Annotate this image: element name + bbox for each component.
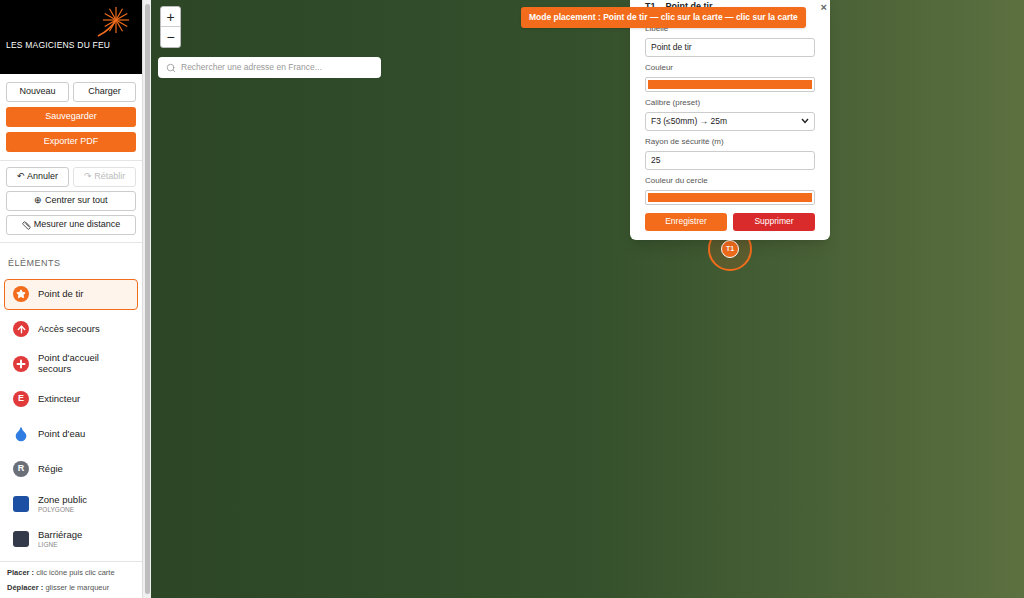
popup-field: Calibre (preset) F3 (≤50mm) → 25m: [645, 97, 815, 131]
popup-field: Rayon de sécurité (m) 25: [645, 136, 815, 170]
logo-text: LES MAGICIENS DU FEU: [6, 39, 110, 52]
element-label: Point d'accueil secours: [38, 353, 129, 375]
popup-button[interactable]: Supprimer: [733, 213, 815, 231]
sidebar: LES MAGICIENS DU FEU NouveauCharger Sauveg…: [0, 0, 143, 598]
letter-badge-icon: E: [13, 391, 29, 407]
chevron-icon: [801, 118, 809, 124]
view-actions: ↶ Annuler↷ Rétablir ⊕ Centrer sur tout Mes…: [0, 161, 142, 243]
arrow-up-icon: [16, 324, 27, 335]
element-sublabel: POLYGONE: [38, 506, 87, 513]
cross-badge-icon: [13, 356, 29, 372]
file-actions: NouveauCharger Sauvegarder Exporter PDF: [0, 74, 142, 161]
element-item[interactable]: E Extincteur: [4, 384, 138, 415]
popup-field: Couleur du cercle: [645, 175, 815, 205]
search-icon: [166, 63, 176, 73]
placement-banner: Mode placement : Point de tir — clic sur…: [521, 7, 806, 28]
element-item[interactable]: R Régie: [4, 454, 138, 485]
history-button[interactable]: ↷ Rétablir: [73, 167, 136, 187]
element-sublabel: LIGNE: [38, 541, 82, 548]
history-row: ↶ Annuler↷ Rétablir: [6, 167, 136, 187]
letter-badge-icon: R: [13, 461, 29, 477]
spark-icon: [96, 6, 132, 38]
help-line: Placer : clic icône puis clic carte: [7, 567, 135, 578]
arrow-badge-icon: [13, 321, 29, 337]
droplet-icon: [13, 426, 29, 442]
scrollbar[interactable]: [143, 0, 151, 598]
export-button[interactable]: Exporter PDF: [6, 132, 136, 152]
file-row: NouveauCharger: [6, 82, 136, 102]
field-label: Calibre (preset): [645, 97, 815, 109]
element-label: Point d'eau: [38, 429, 85, 440]
star-icon: [16, 289, 26, 299]
field-label: Couleur: [645, 62, 815, 74]
star-badge-icon: [13, 286, 29, 302]
help: Placer : clic icône puis clic carte Dépla…: [0, 561, 142, 598]
zoom-in-button[interactable]: +: [161, 7, 180, 27]
element-item[interactable]: BarriérageLIGNE: [4, 524, 138, 555]
element-label: Extincteur: [38, 394, 80, 405]
element-label: Barriérage: [38, 530, 82, 541]
swatch-icon: [13, 531, 29, 547]
measure-button[interactable]: Mesurer une distance: [6, 215, 136, 235]
text-input[interactable]: 25: [645, 151, 815, 170]
zoom-out-button[interactable]: −: [161, 27, 180, 47]
popup: T1Point de tir×LibelléPoint de tirCouleu…: [630, 0, 830, 240]
element-item[interactable]: Accès secours: [4, 314, 138, 345]
field-label: Rayon de sécurité (m): [645, 136, 815, 148]
element-item[interactable]: Point d'accueil secours: [4, 349, 138, 380]
element-item[interactable]: Point de tir: [4, 279, 138, 310]
popup-fields: LibelléPoint de tirCouleurCalibre (prese…: [645, 23, 815, 205]
element-label: Zone public: [38, 495, 87, 506]
ruler-icon: [22, 221, 31, 230]
search-field[interactable]: Rechercher une adresse en France...: [158, 57, 381, 78]
swatch-icon: [13, 496, 29, 512]
select-input[interactable]: F3 (≤50mm) → 25m: [645, 112, 815, 131]
popup-button[interactable]: Enregistrer: [645, 213, 727, 231]
app: LES MAGICIENS DU FEU NouveauCharger Sauveg…: [0, 0, 1024, 598]
text-input[interactable]: Point de tir: [645, 38, 815, 57]
popup-buttons: Enregistrer Supprimer: [645, 213, 815, 231]
elements-list: Point de tir Accès secours Point d'accueil…: [0, 279, 142, 555]
element-label: Accès secours: [38, 324, 100, 335]
close-button[interactable]: ×: [821, 0, 827, 16]
logo: LES MAGICIENS DU FEU: [0, 0, 142, 74]
element-item[interactable]: Point d'eau: [4, 419, 138, 450]
color-input[interactable]: [645, 190, 815, 205]
map[interactable]: +−Rechercher une adresse en France...T1T…: [151, 0, 1024, 598]
element-item[interactable]: Zone publicPOLYGONE: [4, 489, 138, 520]
zoom-control: +−: [160, 6, 181, 48]
history-button[interactable]: ↶ Annuler: [6, 167, 69, 187]
save-button[interactable]: Sauvegarder: [6, 107, 136, 127]
element-label: Régie: [38, 464, 63, 475]
water-icon: [13, 426, 29, 442]
element-label: Point de tir: [38, 289, 83, 300]
file-button[interactable]: Nouveau: [6, 82, 69, 102]
scrollbar-thumb[interactable]: [145, 4, 150, 594]
field-label: Couleur du cercle: [645, 175, 815, 187]
file-button[interactable]: Charger: [73, 82, 136, 102]
marker-label: T1: [721, 240, 739, 258]
help-line: Déplacer : glisser le marqueur: [7, 582, 135, 593]
center-button[interactable]: ⊕ Centrer sur tout: [6, 191, 136, 211]
cross-icon: [15, 358, 27, 370]
elements-title: ÉLÉMENTS: [0, 243, 142, 279]
popup-field: Couleur: [645, 62, 815, 92]
color-input[interactable]: [645, 77, 815, 92]
